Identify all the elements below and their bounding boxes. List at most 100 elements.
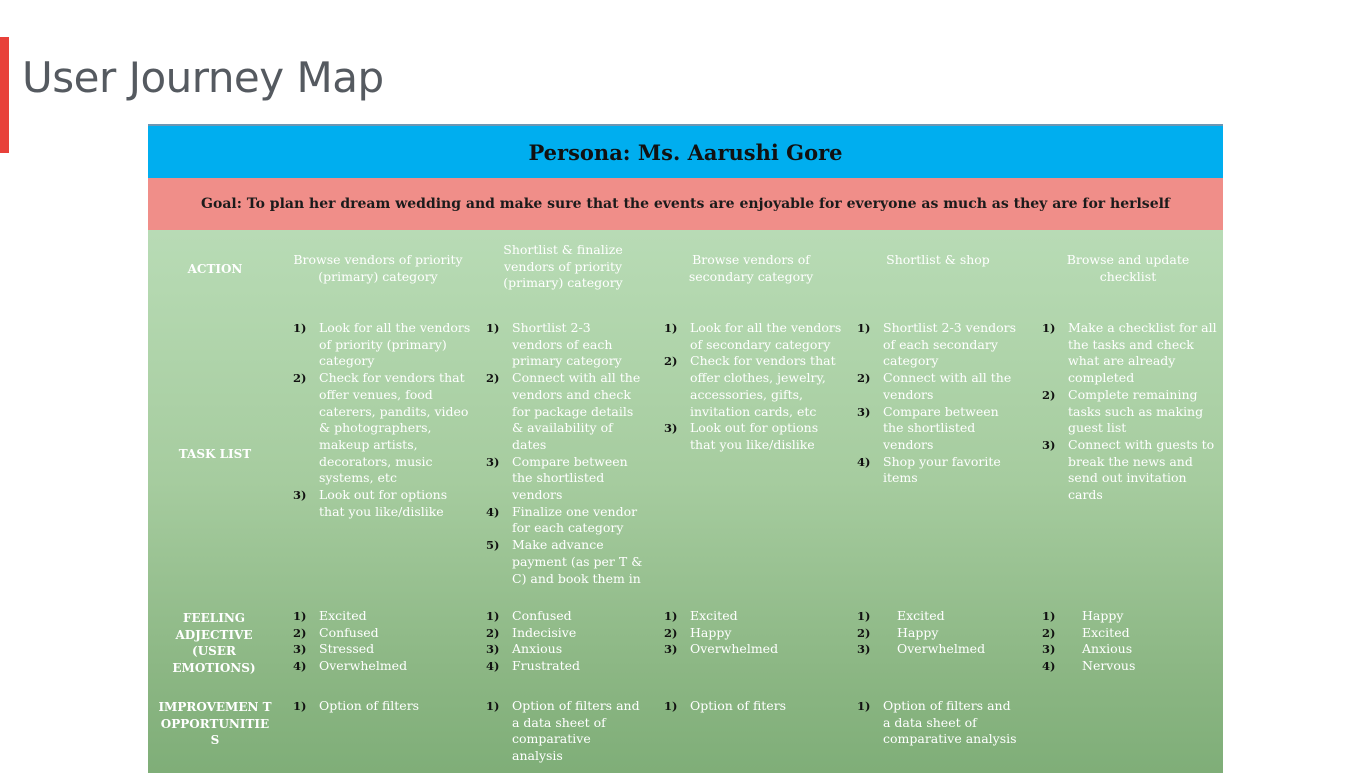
list-item-number: 1) bbox=[664, 699, 678, 713]
list-item-text: Connect with guests to break the news an… bbox=[1068, 436, 1215, 503]
list-item-text: Excited bbox=[1082, 624, 1130, 640]
list-item-text: Overwhelmed bbox=[690, 641, 779, 657]
list-item-number: 1) bbox=[486, 609, 500, 623]
list-item: 2) Complete remaining tasks such as makin… bbox=[1042, 387, 1222, 437]
list-item-text: Overwhelmed bbox=[897, 641, 986, 657]
list-item: 3) Stressed bbox=[293, 641, 473, 658]
list-item-text: Frustrated bbox=[512, 658, 580, 674]
list-item-number: 3) bbox=[293, 642, 307, 657]
list-item-number: 1) bbox=[486, 321, 500, 335]
list-item-number: 2) bbox=[486, 625, 500, 640]
list-item-number: 3) bbox=[857, 404, 871, 419]
list-item-number: 2) bbox=[857, 371, 871, 386]
list-item-number: 2) bbox=[664, 625, 678, 640]
list-item-text: Confused bbox=[319, 624, 379, 640]
list-item: 1) Option of filters and a data sheet of … bbox=[857, 698, 1021, 748]
feeling-row: FEELING ADJECTIVE (USER EMOTIONS) 1) Exci… bbox=[148, 608, 1223, 688]
list-item-number: 1) bbox=[857, 699, 871, 713]
feeling-row-label: FEELING ADJECTIVE (USER EMOTIONS) bbox=[172, 611, 256, 675]
list-item-text: Anxious bbox=[512, 641, 563, 657]
list-item-text: Option of filters bbox=[319, 698, 420, 713]
list-item: 4) Overwhelmed bbox=[293, 658, 473, 675]
persona-header: Persona: Ms. Aarushi Gore bbox=[148, 124, 1223, 178]
feeling-cell-4: 1) Excited 2) Happy 3) Overwhelmed bbox=[857, 608, 1021, 658]
feeling-cell-1: 1) Excited 2) Confused 3) Stressed 4) Overwhelm… bbox=[293, 608, 473, 675]
list-item-number: 4) bbox=[293, 659, 307, 674]
list-item-number: 3) bbox=[664, 421, 678, 436]
task-cell-5: 1) Make a checklist for all the tasks and… bbox=[1042, 320, 1222, 504]
list-item: 2) Check for vendors that offer venues, f… bbox=[293, 370, 473, 487]
list-item-number: 1) bbox=[486, 699, 500, 713]
list-item-text: Overwhelmed bbox=[319, 658, 408, 674]
list-item-number: 3) bbox=[664, 642, 678, 657]
improvement-cell-2: 1) Option of filters and a data sheet of … bbox=[486, 698, 644, 765]
list-item: 1) Excited bbox=[664, 608, 844, 625]
list-item-number: 1) bbox=[1042, 609, 1056, 623]
list-item-text: Excited bbox=[319, 608, 367, 623]
list-item: 3) Anxious bbox=[1042, 641, 1222, 658]
list-item: 3) Overwhelmed bbox=[664, 641, 844, 658]
task-cell-1: 1) Look for all the vendors of priority (… bbox=[293, 320, 473, 520]
list-item: 1) Confused bbox=[486, 608, 644, 625]
list-item: 1) Option of fiters bbox=[664, 698, 844, 715]
action-row: ACTION Browse vendors of priority (prima… bbox=[148, 230, 1223, 310]
list-item: 3) Anxious bbox=[486, 641, 644, 658]
list-item-text: Anxious bbox=[1082, 641, 1133, 657]
list-item-number: 3) bbox=[1042, 437, 1056, 452]
list-item: 2) Connect with all the vendors and check… bbox=[486, 370, 644, 454]
list-item-text: Shortlist 2-3 vendors of each secondary … bbox=[883, 320, 1017, 369]
list-item-text: Shop your favorite items bbox=[883, 453, 1001, 486]
list-item-text: Indecisive bbox=[512, 624, 577, 640]
list-item-text: Check for vendors that offer venues, foo… bbox=[319, 370, 469, 486]
list-item: 1) Shortlist 2-3 vendors of each secondar… bbox=[857, 320, 1021, 370]
list-item-text: Option of filters and a data sheet of co… bbox=[512, 698, 640, 764]
action-cell-1: Browse vendors of priority (primary) cat… bbox=[293, 252, 463, 284]
journey-map-table: Persona: Ms. Aarushi Gore Goal: To plan … bbox=[148, 124, 1223, 773]
persona-label: Persona: Ms. Aarushi Gore bbox=[528, 139, 843, 165]
improvement-cell-3: 1) Option of fiters bbox=[664, 698, 844, 715]
list-item-text: Connect with all the vendors bbox=[883, 370, 1012, 402]
list-item: 3) Connect with guests to break the news … bbox=[1042, 437, 1222, 504]
list-item: 3) Look out for options that you like/dis… bbox=[293, 487, 473, 520]
list-item: 2) Confused bbox=[293, 625, 473, 642]
list-item-text: Complete remaining tasks such as making … bbox=[1068, 386, 1204, 436]
list-item-number: 2) bbox=[293, 371, 307, 386]
task-cell-4: 1) Shortlist 2-3 vendors of each secondar… bbox=[857, 320, 1021, 487]
task-cell-3: 1) Look for all the vendors of secondary … bbox=[664, 320, 844, 454]
list-item-number: 1) bbox=[857, 609, 871, 623]
list-item-text: Happy bbox=[1082, 608, 1124, 623]
list-item-text: Stressed bbox=[319, 641, 375, 657]
list-item-number: 5) bbox=[486, 538, 500, 553]
list-item: 1) Make a checklist for all the tasks and… bbox=[1042, 320, 1222, 387]
list-item: 3) Look out for options that you like/dis… bbox=[664, 420, 844, 453]
improvement-cell-1: 1) Option of filters bbox=[293, 698, 473, 715]
action-row-label: ACTION bbox=[187, 262, 243, 276]
goal-header: Goal: To plan her dream wedding and make… bbox=[148, 178, 1223, 230]
action-cell-4: Shortlist & shop bbox=[886, 252, 990, 267]
list-item-number: 1) bbox=[664, 321, 678, 335]
list-item-number: 1) bbox=[1042, 321, 1056, 335]
list-item-text: Check for vendors that offer clothes, je… bbox=[690, 353, 836, 419]
list-item-number: 2) bbox=[664, 354, 678, 369]
list-item-text: Excited bbox=[690, 608, 738, 623]
action-cell-3: Browse vendors of secondary category bbox=[688, 252, 814, 284]
action-cell-2: Shortlist & finalize vendors of priority… bbox=[503, 242, 623, 291]
list-item-number: 3) bbox=[1042, 642, 1056, 657]
list-item-text: Option of filters and a data sheet of co… bbox=[883, 698, 1017, 747]
action-cell-5: Browse and update checklist bbox=[1066, 252, 1190, 284]
list-item-text: Look for all the vendors of secondary ca… bbox=[690, 320, 842, 352]
list-item: 2) Excited bbox=[1042, 625, 1222, 642]
list-item-text: Finalize one vendor for each category bbox=[512, 503, 638, 536]
list-item: 2) Check for vendors that offer clothes, … bbox=[664, 353, 844, 420]
list-item-text: Look out for options that you like/disli… bbox=[690, 420, 819, 452]
list-item: 3) Overwhelmed bbox=[857, 641, 1021, 658]
list-item: 5) Make advance payment (as per T & C) an… bbox=[486, 537, 644, 587]
list-item-number: 2) bbox=[1042, 625, 1056, 640]
list-item-number: 1) bbox=[293, 321, 307, 335]
list-item-number: 2) bbox=[857, 625, 871, 640]
list-item: 1) Look for all the vendors of secondary … bbox=[664, 320, 844, 353]
list-item: 1) Excited bbox=[293, 608, 473, 625]
feeling-cell-5: 1) Happy 2) Excited 3) Anxious 4) Nervous bbox=[1042, 608, 1222, 675]
list-item-text: Connect with all the vendors and check f… bbox=[512, 370, 641, 452]
list-item: 4) Nervous bbox=[1042, 658, 1222, 675]
